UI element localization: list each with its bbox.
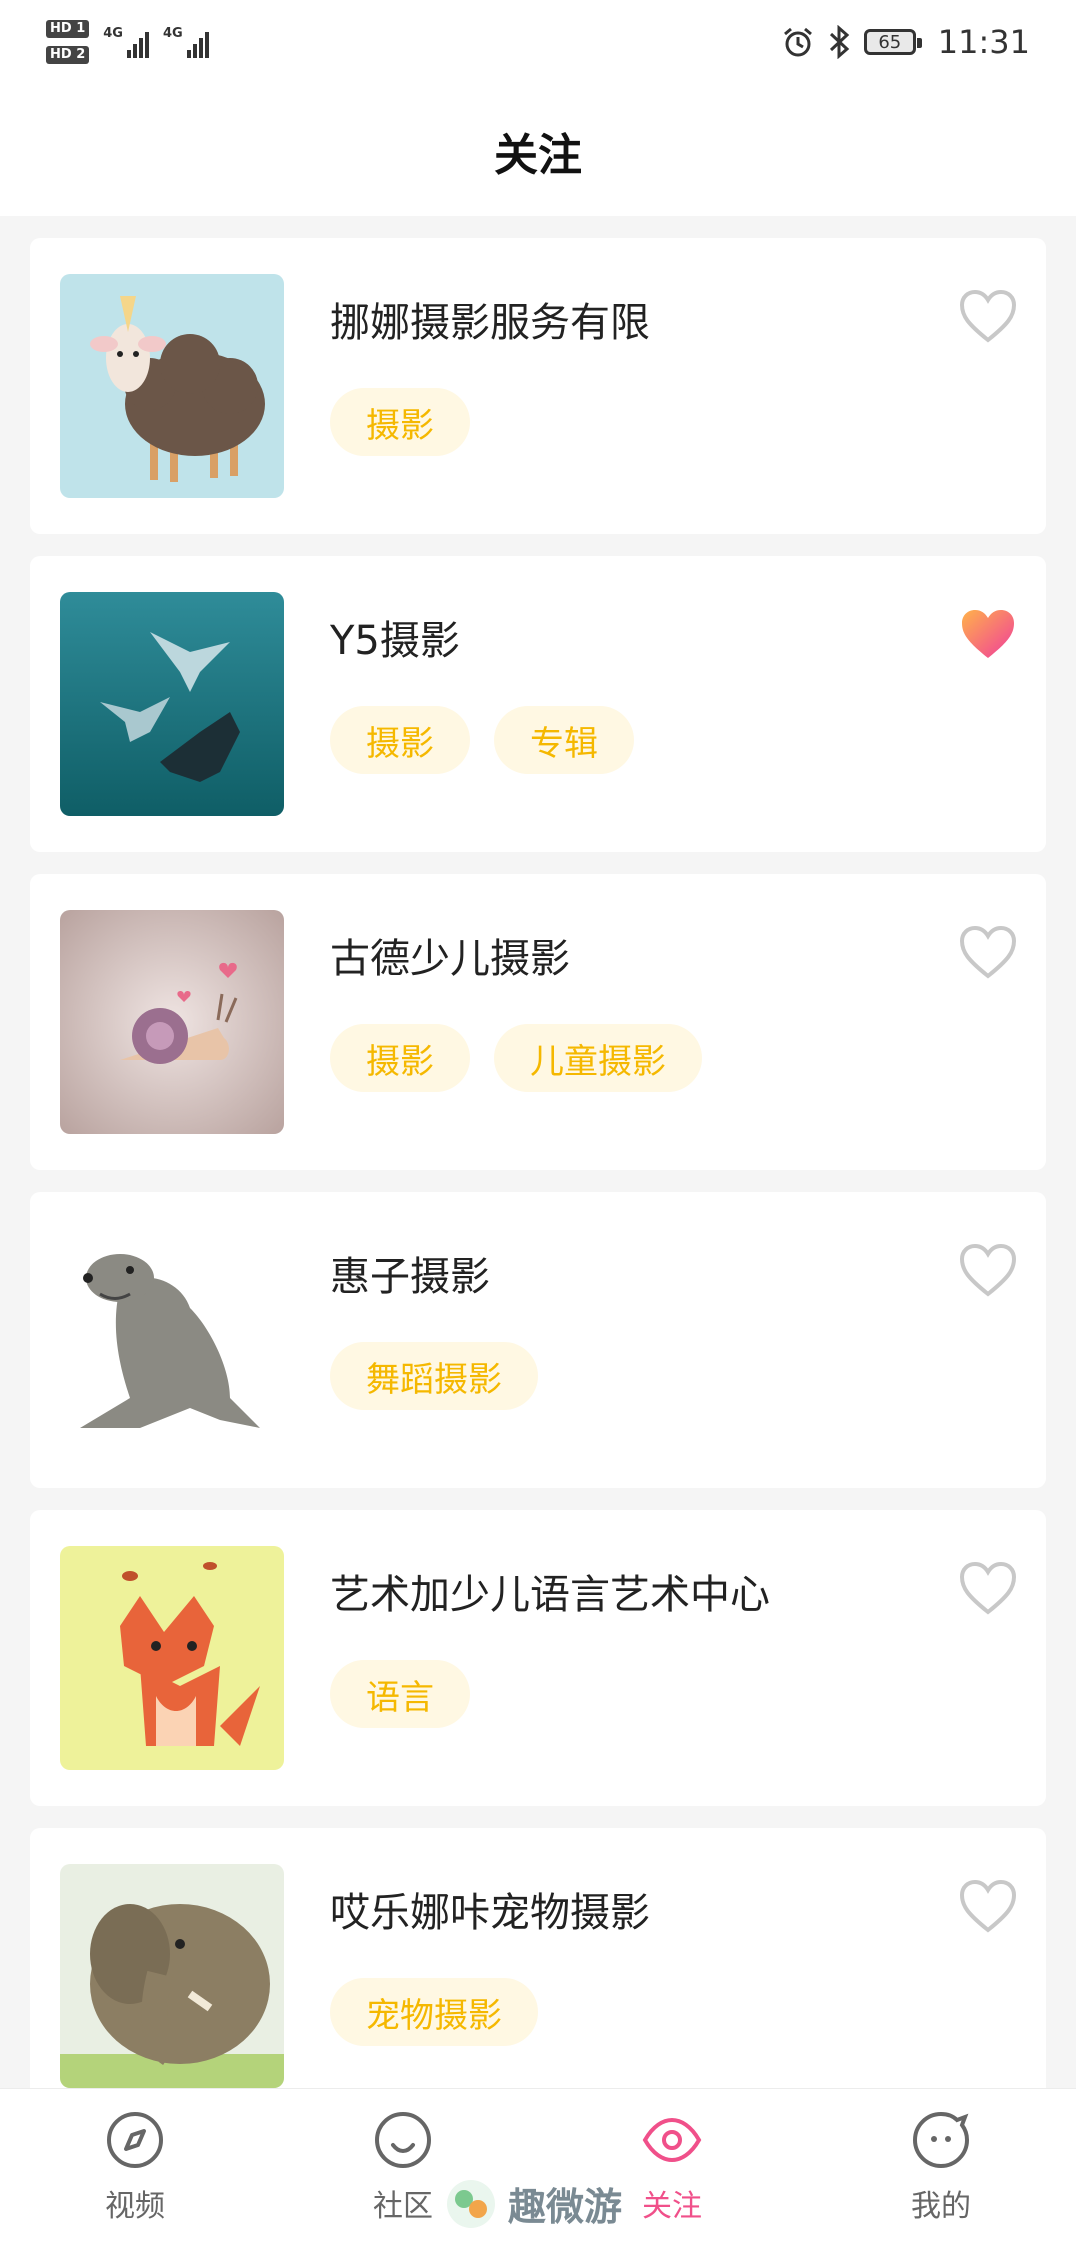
tag-list: 摄影 儿童摄影 — [330, 1024, 702, 1092]
item-name: 挪娜摄影服务有限 — [330, 300, 650, 346]
avatar-sea-lion — [60, 1228, 284, 1452]
network-type-label: 4G — [103, 26, 123, 41]
battery-indicator: 65 — [863, 29, 922, 55]
avatar-manta-rays — [60, 592, 284, 816]
tag[interactable]: 儿童摄影 — [494, 1024, 702, 1092]
avatar-fox — [60, 1546, 284, 1770]
list-item[interactable]: 挪娜摄影服务有限 摄影 — [30, 238, 1046, 534]
tag-list: 摄影 — [330, 388, 470, 456]
tag[interactable]: 语言 — [330, 1660, 470, 1728]
watermark: 趣微游 — [444, 2176, 622, 2231]
alarm-icon — [783, 27, 812, 57]
heart-outline-icon[interactable] — [958, 1560, 1018, 1616]
tag[interactable]: 舞蹈摄影 — [330, 1342, 538, 1410]
list-item[interactable]: 古德少儿摄影 摄影 儿童摄影 — [30, 874, 1046, 1170]
tab-profile[interactable]: 我的 — [841, 2109, 1041, 2225]
compass-icon — [107, 2112, 163, 2168]
clock: 11:31 — [937, 23, 1030, 61]
sim1-badge: HD 1 — [46, 20, 90, 38]
list-item[interactable]: 艺术加少儿语言艺术中心 语言 — [30, 1510, 1046, 1806]
smile-icon — [375, 2112, 431, 2168]
avatar-elephant — [60, 1864, 284, 2088]
network-type-label-2: 4G — [162, 26, 183, 41]
bluetooth-icon — [829, 25, 850, 59]
watermark-text: 趣微游 — [508, 2185, 623, 2229]
tab-label: 我的 — [911, 2189, 971, 2224]
page-title: 关注 — [494, 130, 582, 181]
eye-icon — [642, 2117, 702, 2163]
tag[interactable]: 专辑 — [494, 706, 634, 774]
heart-outline-icon[interactable] — [958, 924, 1018, 980]
item-name: 古德少儿摄影 — [330, 936, 570, 982]
tab-label: 关注 — [642, 2189, 702, 2224]
item-name: 艺术加少儿语言艺术中心 — [330, 1572, 770, 1618]
tag-list: 舞蹈摄影 — [330, 1342, 538, 1410]
face-icon — [913, 2111, 970, 2168]
heart-outline-icon[interactable] — [958, 288, 1018, 344]
avatar-sheep-unicorn — [60, 274, 284, 498]
signal-indicators: HD 1 HD 2 4G 4G — [46, 12, 209, 72]
signal-icon: 4G — [103, 26, 149, 58]
tab-video[interactable]: 视频 — [35, 2109, 235, 2225]
watermark-logo-icon — [447, 2179, 495, 2228]
page-header: 关注 — [0, 86, 1076, 216]
item-name: Y5摄影 — [330, 618, 460, 664]
tag-list: 宠物摄影 — [330, 1978, 538, 2046]
list-item[interactable]: 哎乐娜咔宠物摄影 宠物摄影 — [30, 1828, 1046, 2124]
tag[interactable]: 摄影 — [330, 1024, 470, 1092]
tab-label: 视频 — [105, 2189, 165, 2224]
signal-icon-2: 4G — [163, 26, 209, 58]
heart-outline-icon[interactable] — [958, 1242, 1018, 1298]
item-name: 惠子摄影 — [330, 1254, 490, 1300]
list-item[interactable]: Y5摄影 摄影 专辑 — [30, 556, 1046, 852]
tab-label: 社区 — [373, 2189, 433, 2224]
tag[interactable]: 宠物摄影 — [330, 1978, 538, 2046]
avatar-snail — [60, 910, 284, 1134]
status-bar: HD 1 HD 2 4G 4G 65 11:31 — [0, 0, 1076, 86]
tag-list: 摄影 专辑 — [330, 706, 634, 774]
follow-list: 挪娜摄影服务有限 摄影 Y5摄影 摄影 专辑 古德少儿摄影 摄影 儿童摄影 惠子… — [30, 238, 1046, 2146]
tag-list: 语言 — [330, 1660, 470, 1728]
list-item[interactable]: 惠子摄影 舞蹈摄影 — [30, 1192, 1046, 1488]
sim2-badge: HD 2 — [46, 46, 90, 64]
heart-outline-icon[interactable] — [958, 1878, 1018, 1934]
heart-filled-icon[interactable] — [958, 606, 1018, 662]
tag[interactable]: 摄影 — [330, 388, 470, 456]
item-name: 哎乐娜咔宠物摄影 — [330, 1890, 650, 1936]
tag[interactable]: 摄影 — [330, 706, 470, 774]
